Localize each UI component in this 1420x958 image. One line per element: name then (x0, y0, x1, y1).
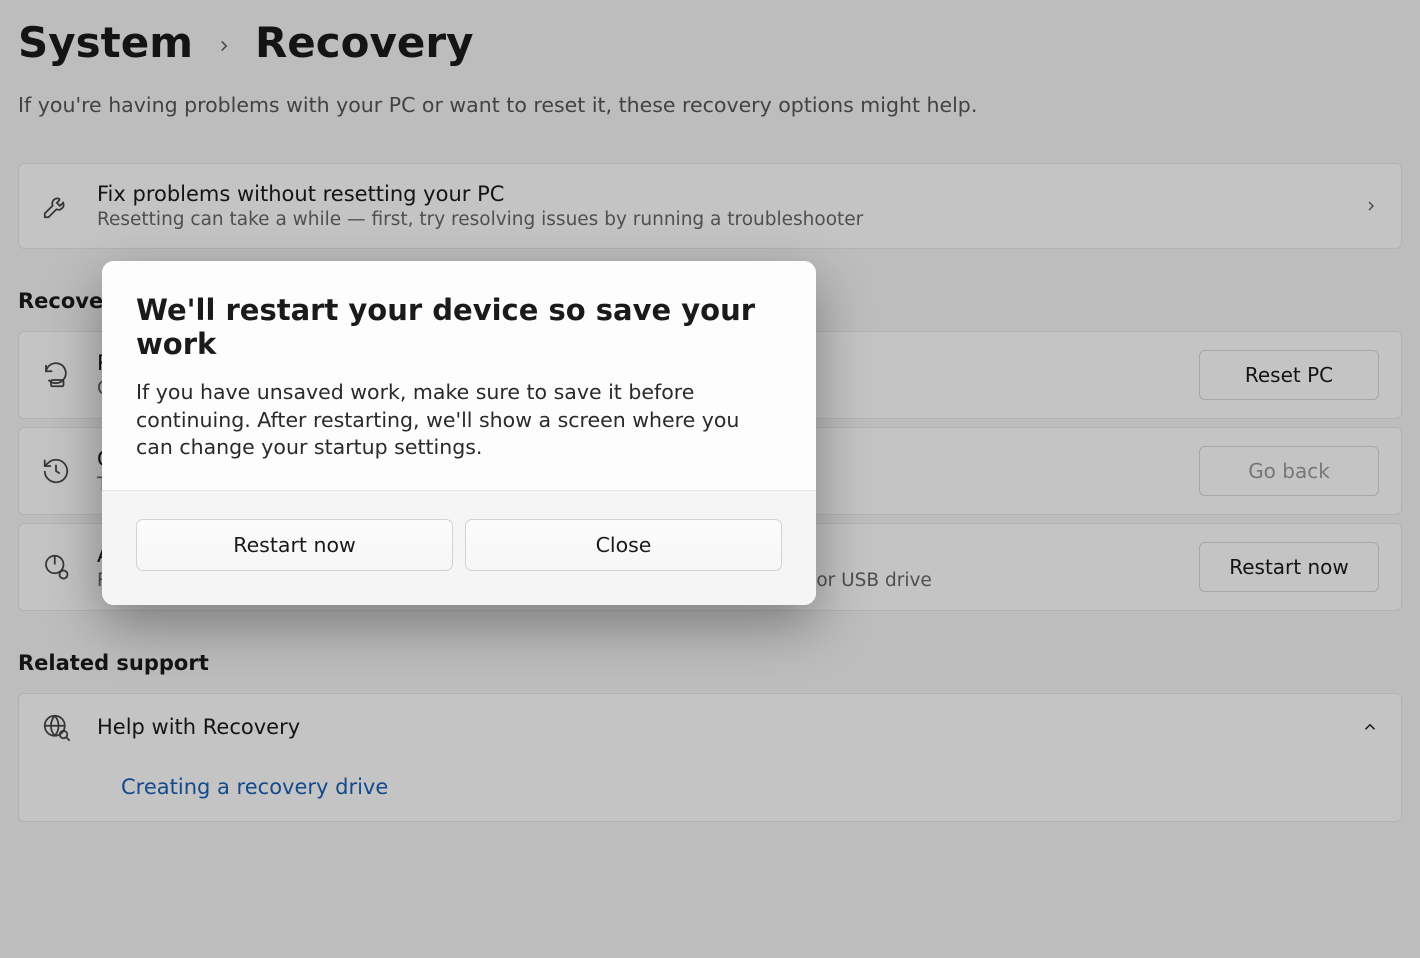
dialog-close-button[interactable]: Close (465, 519, 782, 571)
restart-dialog: We'll restart your device so save your w… (102, 261, 816, 605)
dialog-title: We'll restart your device so save your w… (136, 293, 782, 361)
dialog-text: If you have unsaved work, make sure to s… (136, 379, 782, 462)
dialog-restart-now-button[interactable]: Restart now (136, 519, 453, 571)
